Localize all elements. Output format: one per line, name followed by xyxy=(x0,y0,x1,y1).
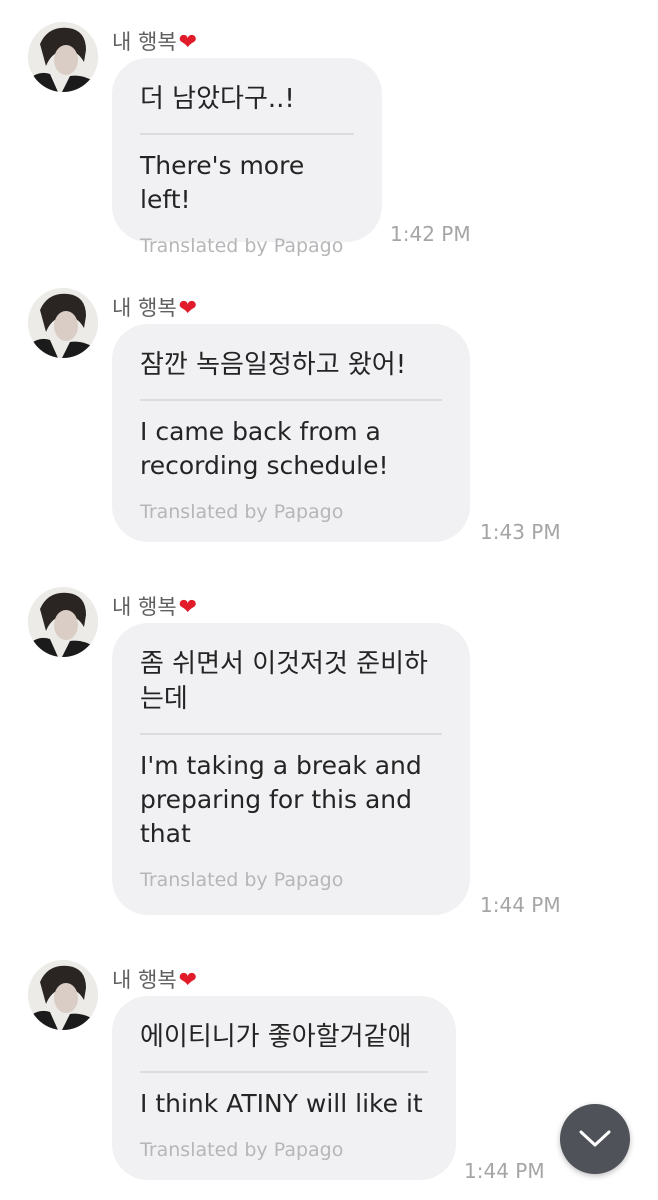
divider xyxy=(140,399,442,401)
red-heart-icon: ❤ xyxy=(178,30,198,55)
chevron-down-icon xyxy=(579,1130,611,1147)
timestamp: 1:44 PM xyxy=(480,893,561,917)
avatar[interactable] xyxy=(28,22,98,92)
timestamp: 1:43 PM xyxy=(480,520,561,544)
red-heart-icon: ❤ xyxy=(178,595,198,620)
sender-label: 내 행복 xyxy=(112,968,177,992)
scroll-to-bottom-button[interactable] xyxy=(560,1104,630,1174)
message-bubble[interactable]: 좀 쉬면서 이것저것 준비하는데 I'm taking a break and … xyxy=(112,623,470,915)
avatar[interactable] xyxy=(28,288,98,358)
red-heart-icon: ❤ xyxy=(178,296,198,321)
original-text: 잠깐 녹음일정하고 왔어! xyxy=(140,350,407,380)
avatar[interactable] xyxy=(28,960,98,1030)
translated-text: I came back from a recording schedule! xyxy=(140,417,389,480)
divider xyxy=(140,733,442,735)
red-heart-icon: ❤ xyxy=(178,968,198,993)
sender-name: 내 행복❤ xyxy=(112,593,197,622)
translated-text: I think ATINY will like it xyxy=(140,1089,423,1118)
translated-text: I'm taking a break and preparing for thi… xyxy=(140,751,422,848)
divider xyxy=(140,133,354,135)
translation-credit: Translated by Papago xyxy=(140,869,344,891)
sender-name: 내 행복❤ xyxy=(112,294,197,323)
original-text: 더 남았다구..! xyxy=(140,84,295,114)
translated-text: There's more left! xyxy=(140,151,305,214)
avatar[interactable] xyxy=(28,587,98,657)
translation-credit: Translated by Papago xyxy=(140,235,344,257)
divider xyxy=(140,1071,428,1073)
message-bubble[interactable]: 잠깐 녹음일정하고 왔어! I came back from a recordi… xyxy=(112,324,470,542)
sender-label: 내 행복 xyxy=(112,595,177,619)
sender-name: 내 행복❤ xyxy=(112,966,197,995)
sender-name: 내 행복❤ xyxy=(112,28,197,57)
message-bubble[interactable]: 에이티니가 좋아할거같애 I think ATINY will like it … xyxy=(112,996,456,1180)
translation-credit: Translated by Papago xyxy=(140,1139,344,1161)
original-text: 에이티니가 좋아할거같애 xyxy=(140,1022,412,1052)
original-text: 좀 쉬면서 이것저것 준비하는데 xyxy=(140,649,428,714)
timestamp: 1:42 PM xyxy=(390,222,471,246)
sender-label: 내 행복 xyxy=(112,296,177,320)
translation-credit: Translated by Papago xyxy=(140,501,344,523)
sender-label: 내 행복 xyxy=(112,30,177,54)
message-bubble[interactable]: 더 남았다구..! There's more left! Translated … xyxy=(112,58,382,257)
timestamp: 1:44 PM xyxy=(464,1159,545,1183)
